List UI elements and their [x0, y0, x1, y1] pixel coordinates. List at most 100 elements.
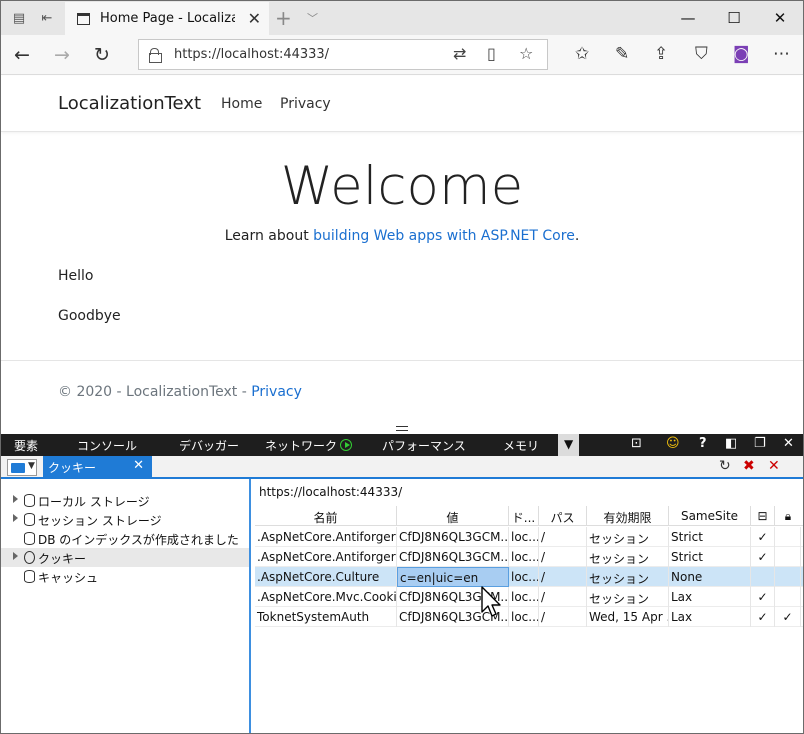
footer-privacy-link[interactable]: Privacy: [251, 384, 302, 400]
delete-all-cookies-icon[interactable]: ✖: [743, 458, 755, 474]
ublock-shield-icon[interactable]: ⛉: [695, 44, 708, 64]
cell-samesite[interactable]: Lax: [669, 607, 751, 627]
devtools-tab-debugger[interactable]: デバッガー: [179, 437, 239, 454]
tree-local-storage[interactable]: ローカル ストレージ: [1, 491, 249, 510]
cell-value[interactable]: CfDJ8N6QL3GCM...: [397, 547, 509, 567]
minimize-icon[interactable]: —: [665, 1, 711, 35]
column-header-name[interactable]: 名前: [255, 506, 397, 526]
back-icon[interactable]: ←: [3, 35, 41, 75]
aspnet-docs-link[interactable]: building Web apps with ASP.NET Core: [313, 228, 575, 244]
column-header-secure-icon[interactable]: 🔒︎: [775, 506, 801, 526]
cookie-row[interactable]: ToknetSystemAuth CfDJ8N6QL3GCM... loc... / W…: [255, 607, 803, 627]
cookie-row[interactable]: .AspNetCore.Antiforgery... CfDJ8N6QL3GCM.…: [255, 547, 803, 567]
cell-domain[interactable]: loc...: [509, 607, 539, 627]
set-aside-tabs-icon[interactable]: ⇤: [33, 1, 61, 35]
column-header-value[interactable]: 値: [397, 506, 509, 526]
cell-expires[interactable]: セッション: [587, 527, 669, 547]
site-brand[interactable]: LocalizationText: [58, 93, 201, 114]
cell-expires[interactable]: セッション: [587, 567, 669, 587]
tab-manager-icon[interactable]: ▤: [5, 1, 33, 35]
expand-arrow-icon[interactable]: [13, 552, 18, 560]
favorite-star-icon[interactable]: ☆: [519, 44, 533, 63]
cell-name[interactable]: .AspNetCore.Antiforgery...: [255, 527, 397, 547]
cell-secure[interactable]: [775, 527, 801, 547]
cell-secure[interactable]: [775, 547, 801, 567]
undock-icon[interactable]: ❐: [754, 436, 766, 451]
cell-samesite[interactable]: Strict: [669, 547, 751, 567]
cell-path[interactable]: /: [539, 547, 587, 567]
lock-icon[interactable]: [149, 48, 162, 63]
tree-indexeddb[interactable]: DB のインデックスが作成されました: [1, 529, 249, 548]
cookie-row[interactable]: .AspNetCore.Antiforgery... CfDJ8N6QL3GCM.…: [255, 527, 803, 547]
refresh-icon[interactable]: ↻: [719, 458, 731, 474]
reading-view-icon[interactable]: ▯: [487, 44, 496, 63]
column-header-domain[interactable]: ド...: [509, 506, 539, 526]
column-header-samesite[interactable]: SameSite: [669, 506, 751, 526]
pen-icon[interactable]: ✎: [615, 44, 629, 64]
expand-arrow-icon[interactable]: [13, 495, 18, 503]
tree-cache[interactable]: キャッシュ: [1, 567, 249, 586]
cell-name[interactable]: .AspNetCore.Antiforgery...: [255, 547, 397, 567]
devtools-tab-memory[interactable]: メモリ: [503, 437, 539, 454]
cell-httponly[interactable]: [751, 567, 775, 587]
cell-expires[interactable]: セッション: [587, 587, 669, 607]
devtools-tab-storage-icon[interactable]: ▼: [558, 434, 580, 456]
feedback-smiley-icon[interactable]: ☺: [666, 436, 680, 451]
close-window-icon[interactable]: ✕: [757, 1, 803, 35]
delete-session-cookies-icon[interactable]: ✕: [768, 458, 780, 474]
cell-samesite[interactable]: Strict: [669, 527, 751, 547]
cell-value[interactable]: c=en|uic=en: [397, 567, 509, 587]
address-bar[interactable]: https://localhost:44333/ ⇄ ▯ ☆: [138, 39, 548, 70]
chevron-down-icon[interactable]: ﹀: [307, 10, 318, 26]
devtools-tab-network[interactable]: ネットワーク: [265, 437, 353, 454]
cell-samesite[interactable]: Lax: [669, 587, 751, 607]
cell-domain[interactable]: loc...: [509, 527, 539, 547]
address-url[interactable]: https://localhost:44333/: [174, 47, 329, 62]
console-toggle-icon[interactable]: ⊡: [631, 436, 642, 451]
tree-cookies[interactable]: クッキー: [1, 548, 249, 567]
tab-home-page[interactable]: Home Page - Localizatic ✕: [65, 2, 269, 35]
maximize-icon[interactable]: ☐: [711, 1, 757, 35]
cell-secure[interactable]: [775, 587, 801, 607]
column-header-expires[interactable]: 有効期限: [587, 506, 669, 526]
help-icon[interactable]: ?: [699, 436, 707, 451]
onenote-icon[interactable]: ◙: [733, 44, 750, 64]
tree-session-storage[interactable]: セッション ストレージ: [1, 510, 249, 529]
new-tab-icon[interactable]: +: [275, 6, 292, 30]
cell-domain[interactable]: loc...: [509, 567, 539, 587]
refresh-icon[interactable]: ↻: [83, 35, 121, 75]
devtools-tab-performance[interactable]: パフォーマンス: [382, 437, 466, 454]
share-icon[interactable]: ⇪: [654, 44, 668, 64]
cookies-tab[interactable]: クッキー ✕: [43, 456, 152, 477]
forward-icon[interactable]: →: [43, 35, 81, 75]
cell-value[interactable]: CfDJ8N6QL3GCM...: [397, 527, 509, 547]
open-storage-button[interactable]: ▼: [7, 459, 37, 476]
close-devtools-icon[interactable]: ✕: [783, 436, 794, 451]
cell-path[interactable]: /: [539, 607, 587, 627]
close-cookies-tab-icon[interactable]: ✕: [133, 458, 144, 473]
devtools-tab-elements[interactable]: 要素: [14, 437, 38, 454]
devtools-splitter[interactable]: [1, 423, 803, 434]
cell-secure[interactable]: ✓: [775, 607, 801, 627]
cell-samesite[interactable]: None: [669, 567, 751, 587]
translate-icon[interactable]: ⇄: [453, 44, 466, 63]
cell-httponly[interactable]: ✓: [751, 527, 775, 547]
cookie-row[interactable]: .AspNetCore.Mvc.Cooki... CfDJ8N6QL3GCM...…: [255, 587, 803, 607]
cell-path[interactable]: /: [539, 587, 587, 607]
cell-secure[interactable]: [775, 567, 801, 587]
cell-httponly[interactable]: ✓: [751, 587, 775, 607]
nav-privacy-link[interactable]: Privacy: [280, 96, 331, 112]
cell-name[interactable]: ToknetSystemAuth: [255, 607, 397, 627]
cell-path[interactable]: /: [539, 567, 587, 587]
column-header-httponly-icon[interactable]: ⊟: [751, 506, 775, 526]
cell-path[interactable]: /: [539, 527, 587, 547]
column-header-path[interactable]: パス: [539, 506, 587, 526]
devtools-tab-console[interactable]: コンソール: [77, 437, 137, 454]
cell-expires[interactable]: セッション: [587, 547, 669, 567]
cell-expires[interactable]: Wed, 15 Apr ...: [587, 607, 669, 627]
cell-httponly[interactable]: ✓: [751, 607, 775, 627]
cookie-row[interactable]: .AspNetCore.Culture c=en|uic=en loc... / セッシ…: [255, 567, 803, 587]
more-menu-icon[interactable]: ⋯: [773, 44, 790, 64]
dock-icon[interactable]: ◧: [725, 436, 737, 451]
cell-domain[interactable]: loc...: [509, 587, 539, 607]
